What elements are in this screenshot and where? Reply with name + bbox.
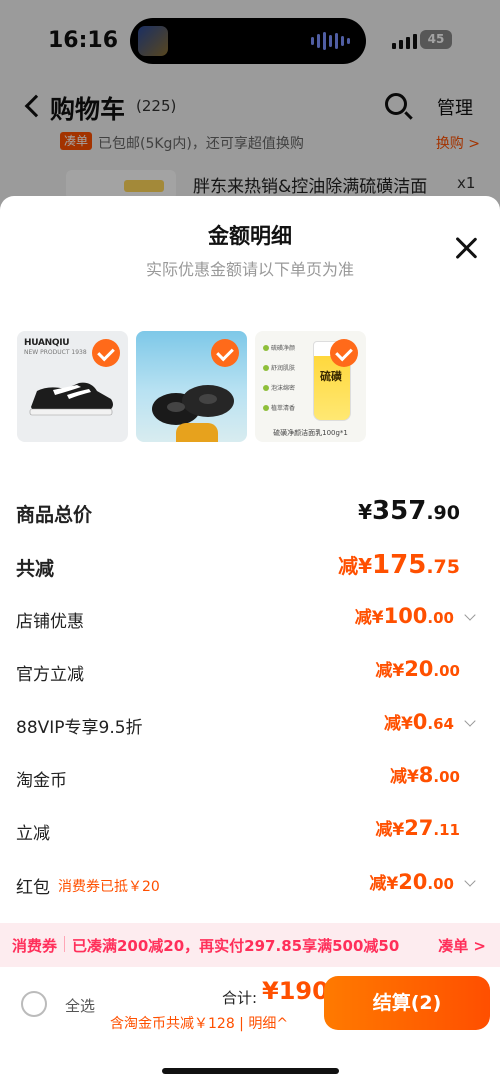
product-thumbnail-slides[interactable] — [136, 331, 247, 442]
checkout-button[interactable]: 结算(2) — [324, 976, 490, 1030]
sum-value: ¥190 — [262, 977, 329, 1005]
row-store-discount[interactable]: 店铺优惠 减¥100.00 — [16, 603, 476, 633]
sheet-title: 金额明细 — [208, 224, 292, 248]
row-red-packet[interactable]: 红包 消费券已抵￥20 减¥20.00 — [16, 869, 476, 899]
brand-logo: HUANQIU — [24, 338, 70, 348]
coupon-label: 消费券 — [12, 937, 58, 955]
brand-tagline: NEW PRODUCT 1938 — [24, 349, 87, 356]
selected-check-icon[interactable] — [92, 339, 120, 367]
row-88vip-discount[interactable]: 88VIP专享9.5折 减¥0.64 — [16, 709, 476, 739]
sheet-subtitle: 实际优惠金额请以下单页为准 — [145, 260, 354, 279]
tube-label: 硫磺 — [320, 370, 342, 383]
select-all-label[interactable]: 全选 — [65, 995, 95, 1016]
detail-toggle[interactable]: 含淘金币共减￥128 | 明细^ — [110, 1013, 288, 1033]
select-all-checkbox[interactable] — [21, 991, 47, 1017]
row-total-price: 商品总价 ¥357.90 — [16, 496, 466, 526]
row-value: 减¥20.00 — [375, 657, 460, 681]
row-value: 减¥175.75 — [338, 550, 460, 580]
product-caption: 硫磺净颜洁面乳100g*1 — [273, 429, 348, 437]
coupon-text: 已凑满200减20，再实付297.85享满500减50 — [72, 937, 400, 955]
pineapple-decoration — [176, 423, 218, 442]
product-thumbnail-cleanser[interactable]: 硫磺净颜 舒润肌肤 泡沫绵密 植萃清香 硫磺 硫磺净颜洁面乳100g*1 — [255, 331, 366, 442]
checkout-footer: 全选 合计: ¥190 含淘金币共减￥128 | 明细^ 结算(2) — [0, 967, 500, 1087]
chevron-down-icon[interactable] — [464, 715, 476, 727]
selected-check-icon[interactable] — [330, 339, 358, 367]
product-thumbnail-sneaker[interactable]: HUANQIU NEW PRODUCT 1938 — [17, 331, 128, 442]
row-instant-discount: 立减 减¥27.11 — [16, 815, 466, 845]
row-label: 立减 — [16, 824, 50, 844]
feature-label: 植萃清香 — [263, 403, 295, 412]
feature-label: 泡沫绵密 — [263, 383, 295, 392]
row-value: 减¥20.00 — [369, 869, 476, 894]
row-value: 减¥0.64 — [384, 709, 476, 734]
divider — [64, 936, 65, 952]
row-label: 商品总价 — [16, 504, 93, 526]
row-value: ¥357.90 — [358, 496, 460, 526]
row-official-discount: 官方立减 减¥20.00 — [16, 656, 466, 686]
row-label: 官方立减 — [16, 665, 84, 685]
row-label: 红包 — [16, 878, 50, 898]
selected-products: HUANQIU NEW PRODUCT 1938 硫磺净颜 舒润肌肤 泡沫绵密 … — [17, 331, 366, 442]
feature-label: 舒润肌肤 — [263, 363, 295, 372]
amount-detail-sheet: 金额明细 实际优惠金额请以下单页为准 HUANQIU NEW PRODUCT 1… — [0, 196, 500, 1087]
row-total-discount: 共减 减¥175.75 — [16, 550, 466, 580]
row-label: 88VIP专享9.5折 — [16, 718, 143, 738]
home-indicator — [162, 1068, 339, 1074]
feature-label: 硫磺净颜 — [263, 343, 295, 352]
sum-label: 合计: — [222, 989, 258, 1007]
chevron-down-icon[interactable] — [464, 875, 476, 887]
row-note: 消费券已抵￥20 — [58, 879, 160, 895]
row-label: 共减 — [16, 558, 55, 580]
row-taojinbi: 淘金币 减¥8.00 — [16, 762, 466, 792]
sneaker-image — [29, 382, 113, 416]
row-value: 减¥27.11 — [375, 816, 460, 840]
row-value: 减¥100.00 — [355, 603, 476, 628]
add-items-link[interactable]: 凑单 > — [438, 935, 486, 956]
row-label: 店铺优惠 — [16, 612, 84, 632]
coupon-bar: 消费券 已凑满200减20，再实付297.85享满500减50 凑单 > — [0, 923, 500, 967]
selected-check-icon[interactable] — [211, 339, 239, 367]
close-icon[interactable] — [454, 236, 478, 260]
row-label: 淘金币 — [16, 771, 67, 791]
row-value: 减¥8.00 — [389, 763, 460, 787]
chevron-down-icon[interactable] — [464, 609, 476, 621]
